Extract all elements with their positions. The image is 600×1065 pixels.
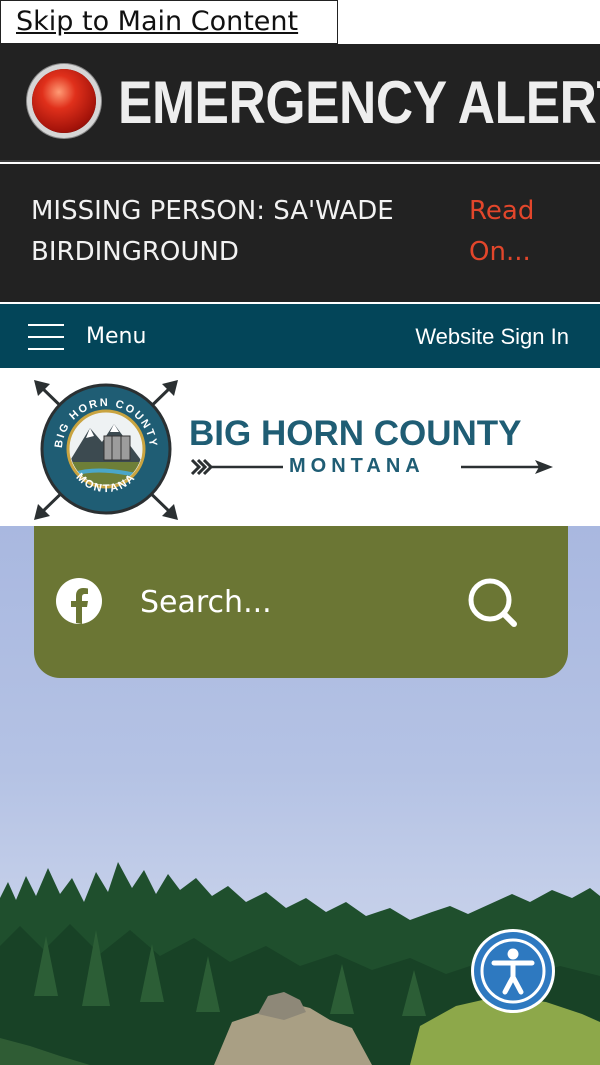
hamburger-menu-icon[interactable]: [28, 324, 64, 350]
alert-light-icon: [32, 69, 96, 133]
alert-title: EMERGENCY ALERT: [118, 69, 600, 136]
site-header-logo[interactable]: BIG HORN COUNTY MONTANA BIG HORN COUNTY …: [0, 368, 600, 526]
menu-button[interactable]: Menu: [86, 324, 146, 349]
accessibility-button[interactable]: [474, 932, 552, 1010]
county-seal-logo: BIG HORN COUNTY MONTANA: [34, 380, 178, 520]
skip-to-main-content-link[interactable]: Skip to Main Content: [0, 0, 338, 44]
alert-message: MISSING PERSON: SA'WADE BIRDINGROUND: [31, 196, 394, 267]
state-name: MONTANA: [289, 455, 425, 477]
alert-message-bar: MISSING PERSON: SA'WADE BIRDINGROUND Rea…: [0, 164, 600, 302]
state-subtitle-row: MONTANA: [189, 452, 555, 482]
emergency-alert-banner: EMERGENCY ALERT: [0, 44, 600, 162]
website-sign-in-link[interactable]: Website Sign In: [415, 324, 569, 350]
read-on-link[interactable]: Read On...: [469, 191, 569, 273]
search-panel: [34, 526, 568, 678]
top-nav-bar: Menu Website Sign In: [0, 304, 600, 368]
search-icon[interactable]: [466, 576, 520, 630]
accessibility-icon: [480, 938, 546, 1004]
county-name-title: BIG HORN COUNTY: [189, 414, 522, 453]
search-input[interactable]: [140, 576, 440, 628]
facebook-icon[interactable]: [55, 577, 103, 625]
